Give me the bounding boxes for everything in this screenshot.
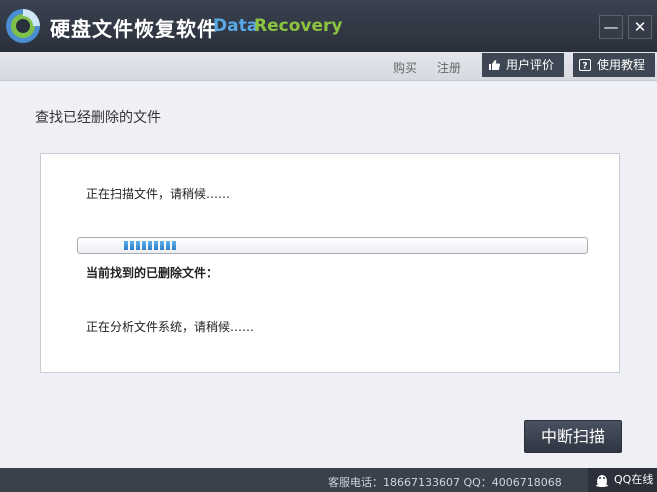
app-title-en-data: Data	[213, 16, 259, 36]
found-files-label: 当前找到的已删除文件：	[86, 266, 219, 280]
stop-scan-button[interactable]: 中断扫描	[524, 420, 622, 453]
progress-segment	[136, 241, 140, 250]
user-review-label: 用户评价	[506, 58, 555, 72]
close-button[interactable]: ✕	[628, 15, 652, 39]
progress-segment	[160, 241, 164, 250]
tutorial-label: 使用教程	[597, 58, 646, 72]
app-title-en-recovery: Recovery	[254, 16, 343, 36]
qq-penguin-icon	[596, 475, 608, 487]
progress-segment	[166, 241, 170, 250]
svg-text:?: ?	[582, 62, 587, 72]
progress-segment	[124, 241, 128, 250]
toolbar: 购买 注册 用户评价 ? 使用教程	[0, 52, 657, 81]
progress-segment	[142, 241, 146, 250]
user-review-button[interactable]: 用户评价	[482, 53, 564, 77]
minimize-button[interactable]: —	[599, 15, 623, 39]
thumbs-up-icon	[489, 60, 500, 70]
help-icon: ?	[579, 59, 591, 71]
app-title: 硬盘文件恢复软件	[50, 17, 218, 41]
page-title: 查找已经删除的文件	[35, 110, 161, 126]
scan-status-text: 正在扫描文件，请稍候……	[86, 187, 231, 201]
qq-online-button[interactable]: QQ在线	[588, 468, 657, 492]
scan-progress-bar	[77, 237, 588, 254]
contact-info: 客服电话：18667133607 QQ：4006718068	[328, 476, 562, 489]
tutorial-button[interactable]: ? 使用教程	[573, 53, 655, 77]
app-logo-icon	[6, 9, 40, 43]
title-bar: 硬盘文件恢复软件 Data Recovery — ✕	[0, 0, 657, 52]
qq-online-label: QQ在线	[614, 473, 654, 486]
progress-segment	[154, 241, 158, 250]
progress-segment	[172, 241, 176, 250]
analyze-status-text: 正在分析文件系统，请稍候……	[86, 320, 255, 334]
scan-panel: 正在扫描文件，请稍候…… 当前找到的已删除文件： 正在分析文件系统，请稍候……	[40, 153, 620, 373]
status-bar: 客服电话：18667133607 QQ：4006718068 QQ在线	[0, 468, 657, 492]
register-link[interactable]: 注册	[437, 59, 461, 76]
progress-fill	[124, 241, 176, 250]
buy-link[interactable]: 购买	[393, 59, 417, 76]
progress-segment	[148, 241, 152, 250]
progress-segment	[130, 241, 134, 250]
